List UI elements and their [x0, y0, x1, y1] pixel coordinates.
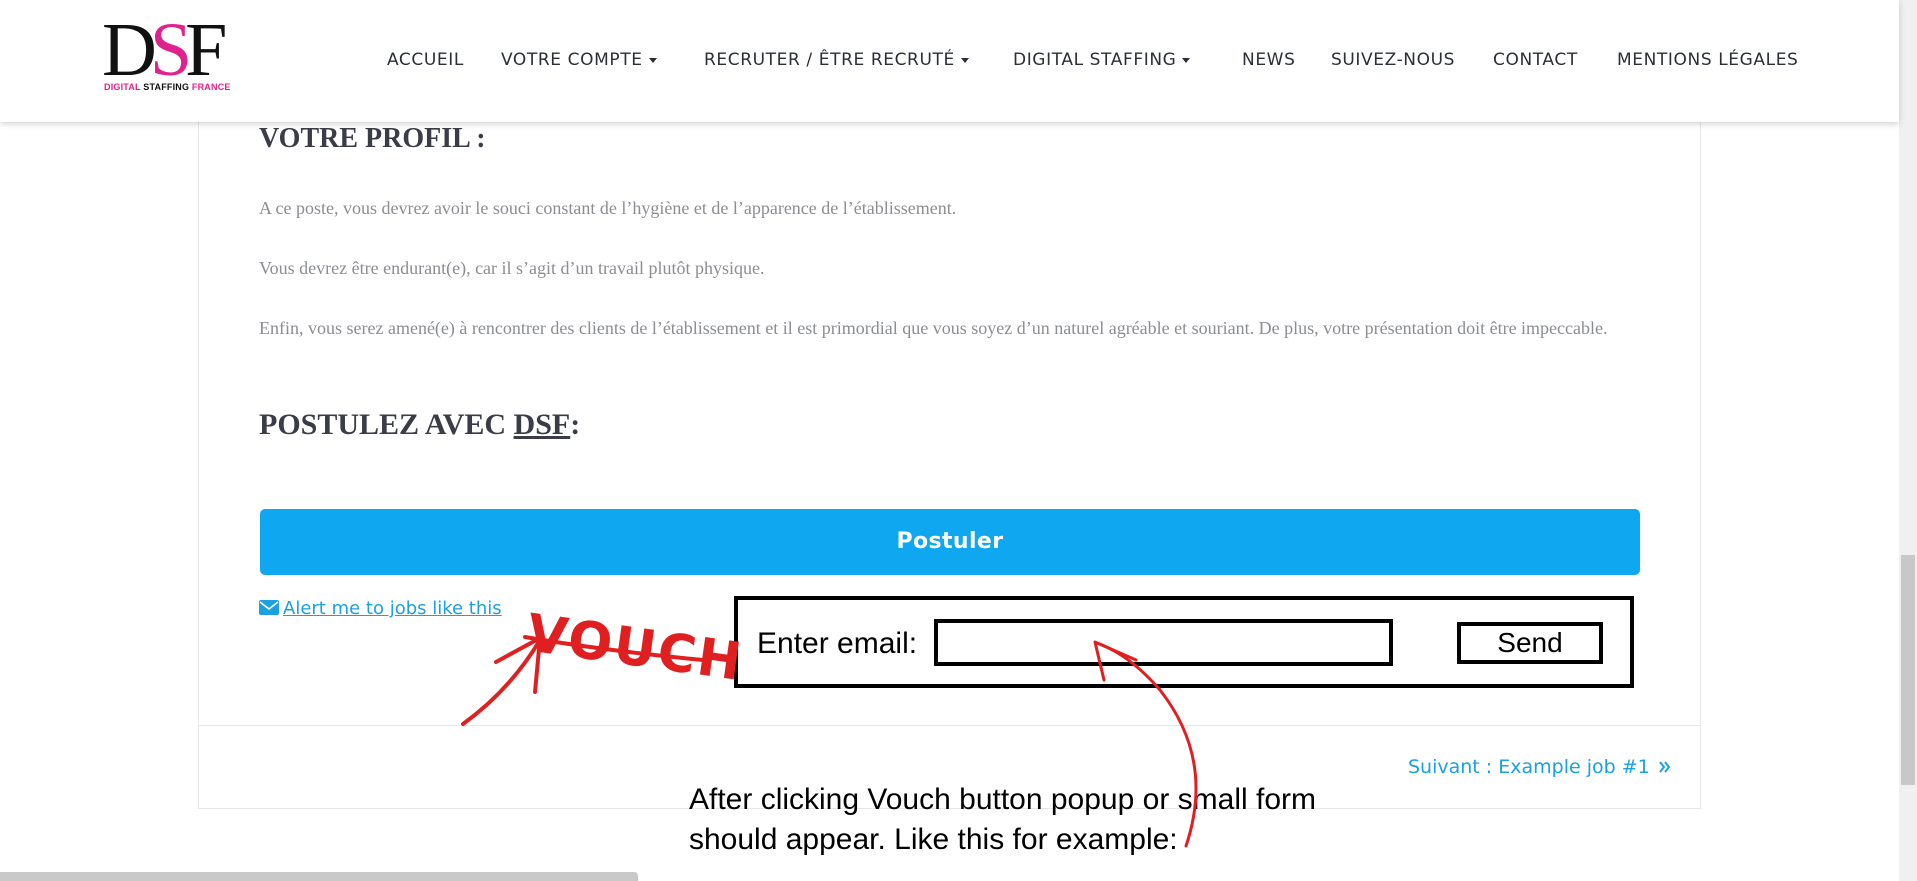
nav-item-digital-staffing[interactable]: DIGITAL STAFFING — [1013, 50, 1191, 70]
nav-item-recruter[interactable]: RECRUTER / ÊTRE RECRUTÉ — [704, 50, 969, 70]
nav-item-news[interactable]: NEWS — [1242, 50, 1295, 70]
profile-paragraph: A ce poste, vous devrez avoir le souci c… — [259, 198, 957, 218]
nav-item-votre-compte[interactable]: VOTRE COMPTE — [501, 50, 657, 70]
mock-email-input[interactable] — [934, 619, 1393, 666]
scrollbar-thumb[interactable] — [1901, 555, 1915, 785]
logo-mark: DSF — [102, 8, 228, 92]
status-bar — [0, 872, 638, 881]
logo-subtitle: DIGITAL STAFFING FRANCE — [104, 82, 231, 92]
nav-item-suivez-nous[interactable]: SUIVEZ-NOUS — [1331, 50, 1455, 70]
nav-item-mentions-legales[interactable]: MENTIONS LÉGALES — [1617, 50, 1798, 70]
card-divider — [198, 725, 1700, 726]
job-alert-link[interactable]: Alert me to jobs like this — [259, 598, 502, 619]
envelope-icon — [259, 600, 279, 615]
apply-heading: POSTULEZ AVEC DSF: — [259, 408, 581, 441]
next-job-link[interactable]: Suivant : Example job #1 — [1408, 756, 1672, 778]
profile-paragraph: Enfin, vous serez amené(e) à rencontrer … — [259, 318, 1608, 338]
dsf-link[interactable]: DSF — [514, 408, 571, 441]
profile-heading: VOTRE PROFIL : — [259, 123, 486, 154]
double-chevron-right-icon — [1658, 761, 1671, 773]
nav-item-contact[interactable]: CONTACT — [1493, 50, 1578, 70]
site-header: DSF DIGITAL STAFFING FRANCE ACCUEIL VOTR… — [0, 0, 1899, 122]
nav-item-accueil[interactable]: ACCUEIL — [387, 50, 464, 70]
mock-email-label: Enter email: — [757, 627, 918, 660]
mock-send-button[interactable]: Send — [1457, 622, 1603, 664]
postuler-button[interactable]: Postuler — [260, 509, 1640, 575]
annotation-note: After clicking Vouch button popup or sma… — [689, 783, 1316, 856]
caret-down-icon — [1182, 57, 1191, 63]
profile-paragraph: Vous devrez être endurant(e), car il s’a… — [259, 258, 765, 278]
caret-down-icon — [648, 57, 657, 63]
caret-down-icon — [960, 57, 969, 63]
dsf-logo[interactable]: DSF DIGITAL STAFFING FRANCE — [102, 12, 262, 96]
